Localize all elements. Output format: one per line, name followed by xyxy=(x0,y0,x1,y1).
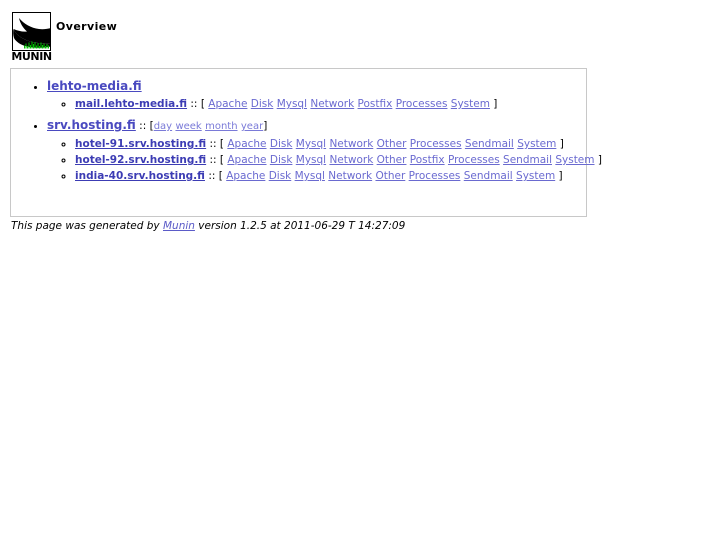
service-link-mysql[interactable]: Mysql xyxy=(295,170,325,182)
service-link-system[interactable]: System xyxy=(451,98,490,110)
svg-text:MUNIN: MUNIN xyxy=(12,50,52,62)
service-link-system[interactable]: System xyxy=(517,138,556,150)
service-link-mysql[interactable]: Mysql xyxy=(296,138,326,150)
overview-content-box: lehto-media.fimail.lehto-media.fi :: [ A… xyxy=(10,68,602,217)
service-link-processes[interactable]: Processes xyxy=(396,98,448,110)
footer-munin-link[interactable]: Munin xyxy=(163,220,195,232)
service-link-other[interactable]: Other xyxy=(375,170,405,182)
group-list: lehto-media.fimail.lehto-media.fi :: [ A… xyxy=(11,79,602,184)
period-link-week[interactable]: week xyxy=(175,121,201,132)
service-link-other[interactable]: Other xyxy=(377,138,407,150)
service-link-sendmail[interactable]: Sendmail xyxy=(464,170,513,182)
bracket-close: ] xyxy=(263,120,268,132)
service-link-disk[interactable]: Disk xyxy=(270,138,293,150)
service-link-system[interactable]: System xyxy=(516,170,555,182)
page-header: MUNIN Overview xyxy=(0,0,727,62)
host-link[interactable]: hotel-92.srv.hosting.fi xyxy=(75,154,206,166)
service-link-apache[interactable]: Apache xyxy=(226,170,265,182)
host-link[interactable]: mail.lehto-media.fi xyxy=(75,98,187,110)
bracket-close: ] xyxy=(597,154,602,166)
bracket-close: ] xyxy=(493,98,498,110)
group-link[interactable]: lehto-media.fi xyxy=(47,79,142,93)
period-link-year[interactable]: year xyxy=(241,121,263,132)
service-link-processes[interactable]: Processes xyxy=(409,170,461,182)
service-link-disk[interactable]: Disk xyxy=(251,98,274,110)
service-link-network[interactable]: Network xyxy=(329,138,373,150)
service-link-network[interactable]: Network xyxy=(310,98,354,110)
munin-logo: MUNIN xyxy=(12,12,52,62)
footer: This page was generated by Munin version… xyxy=(11,220,405,232)
host-item: mail.lehto-media.fi :: [ Apache Disk Mys… xyxy=(75,96,586,112)
host-list: mail.lehto-media.fi :: [ Apache Disk Mys… xyxy=(47,96,586,112)
service-link-disk[interactable]: Disk xyxy=(269,170,292,182)
group-item: lehto-media.fimail.lehto-media.fi :: [ A… xyxy=(47,79,586,112)
service-link-disk[interactable]: Disk xyxy=(270,154,293,166)
host-item: hotel-91.srv.hosting.fi :: [ Apache Disk… xyxy=(75,136,586,152)
host-separator: :: xyxy=(209,138,217,150)
service-link-apache[interactable]: Apache xyxy=(208,98,247,110)
service-link-apache[interactable]: Apache xyxy=(227,138,266,150)
host-item: india-40.srv.hosting.fi :: [ Apache Disk… xyxy=(75,168,586,184)
footer-prefix: This page was generated by xyxy=(11,220,163,232)
host-link[interactable]: india-40.srv.hosting.fi xyxy=(75,170,205,182)
service-link-processes[interactable]: Processes xyxy=(410,138,462,150)
service-link-mysql[interactable]: Mysql xyxy=(296,154,326,166)
service-link-postfix[interactable]: Postfix xyxy=(358,98,393,110)
service-link-sendmail[interactable]: Sendmail xyxy=(503,154,552,166)
period-link-month[interactable]: month xyxy=(205,121,237,132)
footer-suffix: version 1.2.5 at 2011-06-29 T 14:27:09 xyxy=(194,220,406,232)
host-link[interactable]: hotel-91.srv.hosting.fi xyxy=(75,138,206,150)
host-list: hotel-91.srv.hosting.fi :: [ Apache Disk… xyxy=(47,136,602,184)
page-title: Overview xyxy=(56,20,118,33)
host-separator: :: xyxy=(209,154,217,166)
service-link-network[interactable]: Network xyxy=(328,170,372,182)
service-link-sendmail[interactable]: Sendmail xyxy=(465,138,514,150)
service-link-postfix[interactable]: Postfix xyxy=(410,154,445,166)
service-link-mysql[interactable]: Mysql xyxy=(277,98,307,110)
service-link-other[interactable]: Other xyxy=(377,154,407,166)
bracket-close: ] xyxy=(558,170,563,182)
service-link-system[interactable]: System xyxy=(555,154,594,166)
service-link-network[interactable]: Network xyxy=(329,154,373,166)
service-link-apache[interactable]: Apache xyxy=(227,154,266,166)
service-link-processes[interactable]: Processes xyxy=(448,154,500,166)
host-item: hotel-92.srv.hosting.fi :: [ Apache Disk… xyxy=(75,152,602,168)
period-link-day[interactable]: day xyxy=(154,121,172,132)
group-item: srv.hosting.fi :: [day week month year]h… xyxy=(47,118,602,184)
group-link[interactable]: srv.hosting.fi xyxy=(47,118,136,132)
bracket-close: ] xyxy=(559,138,564,150)
